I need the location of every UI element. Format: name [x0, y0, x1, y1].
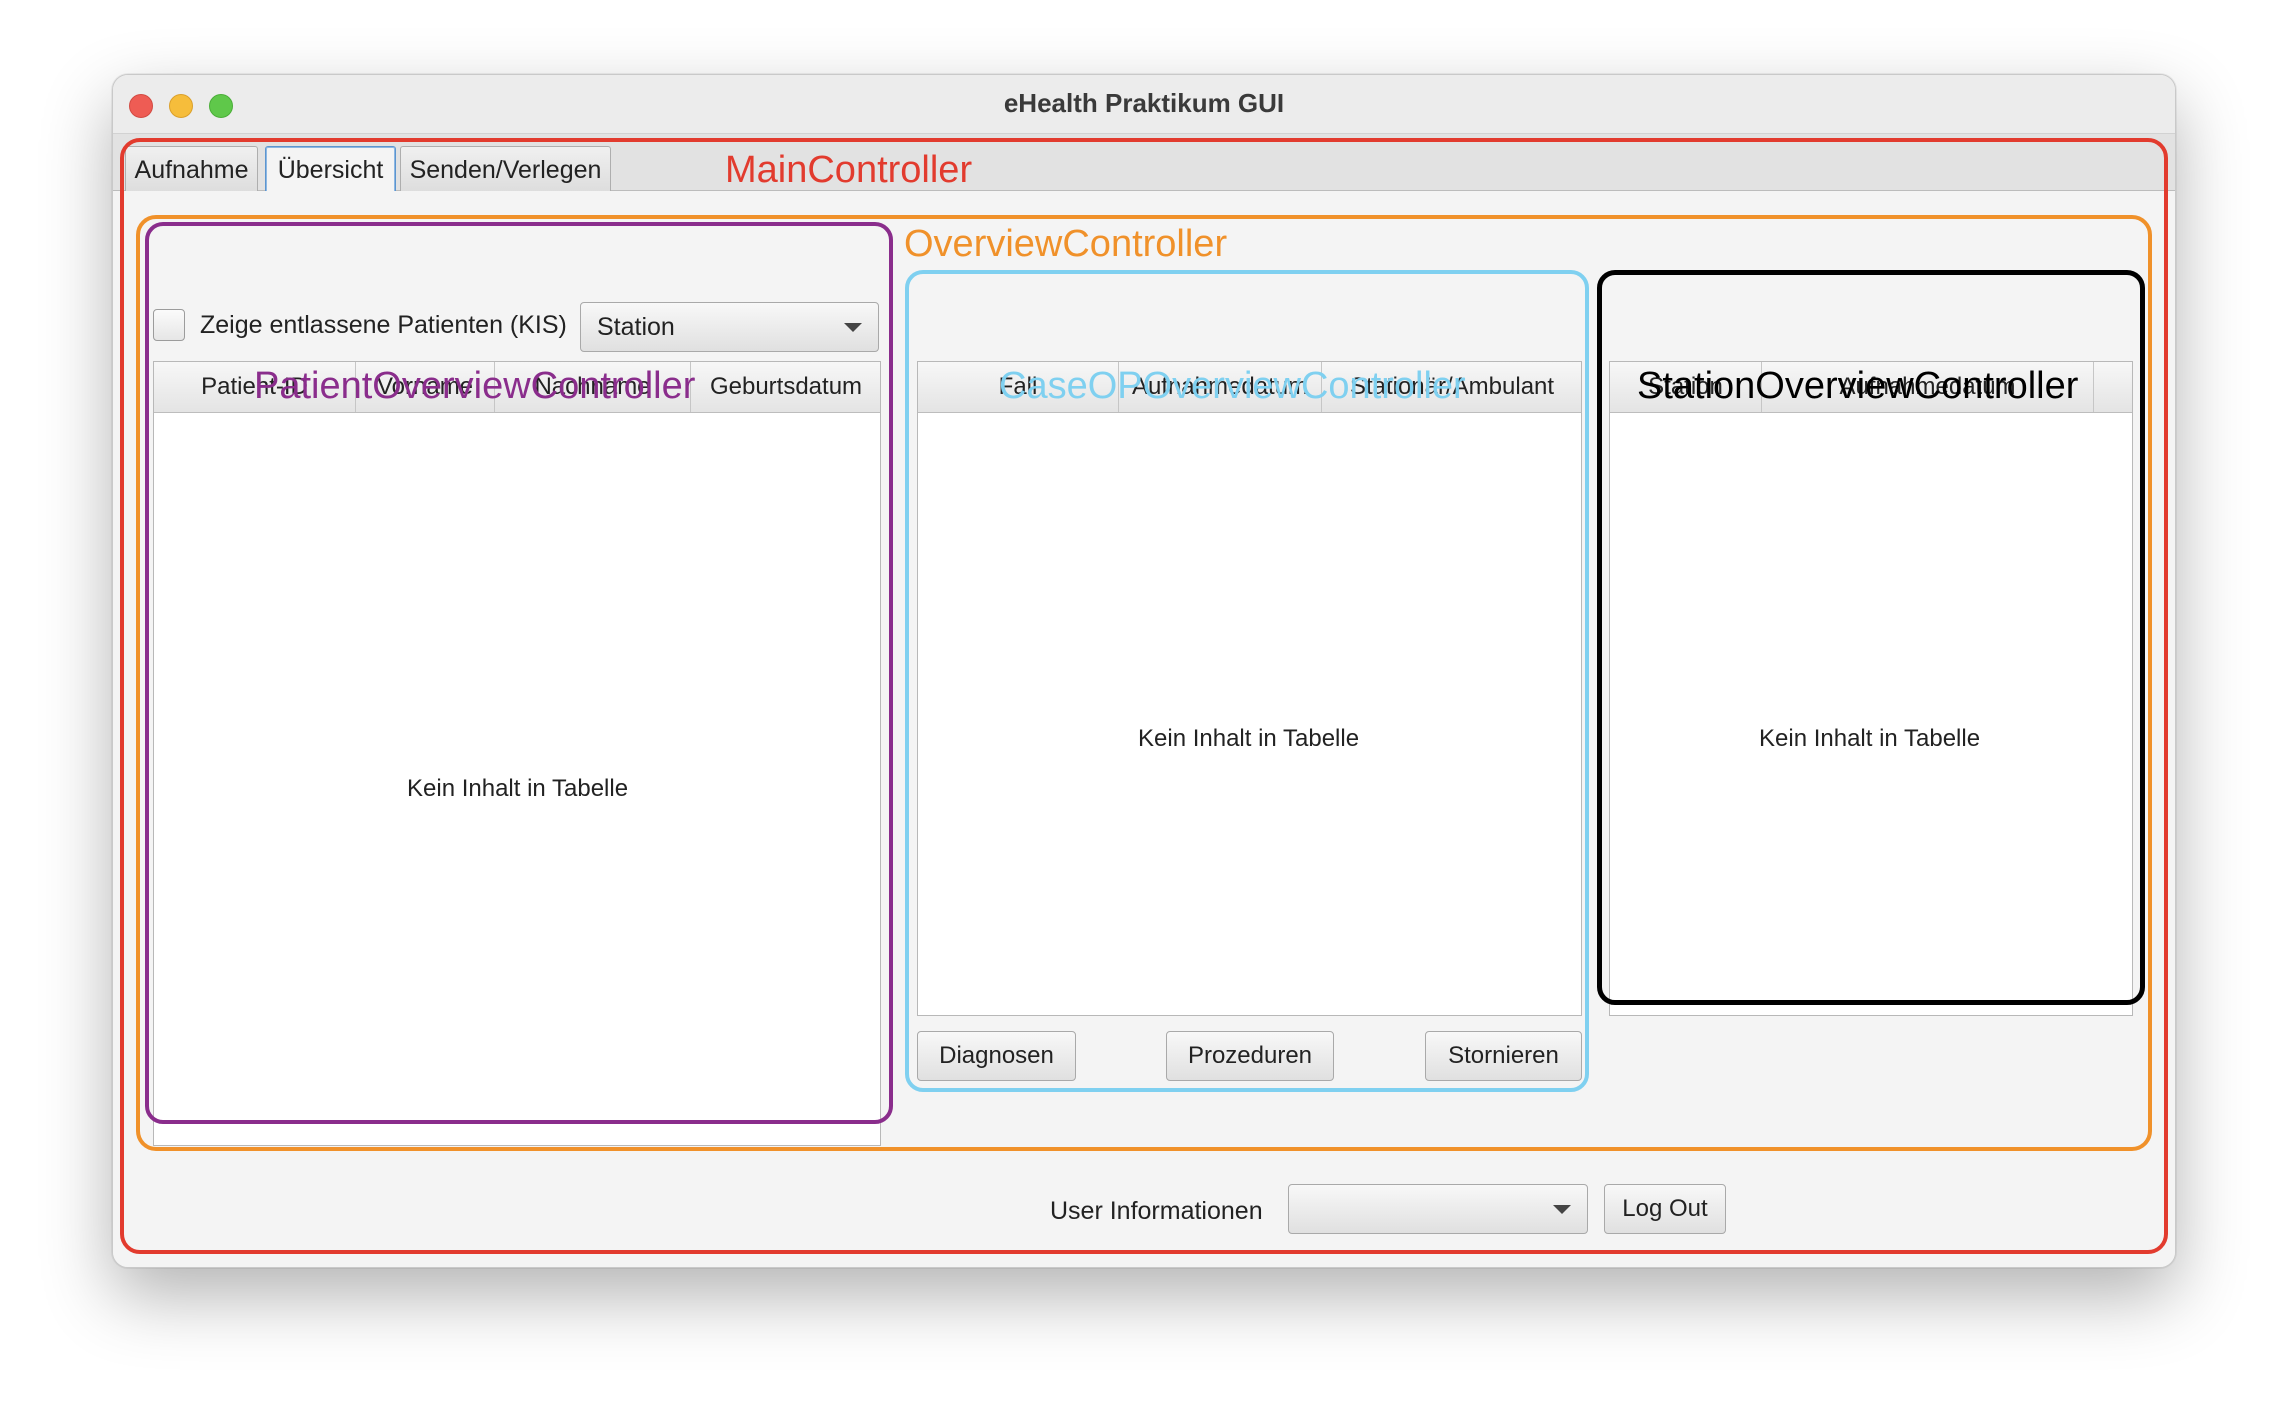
patient-overview-controller-label: PatientOverviewController	[254, 365, 696, 407]
app-window: eHealth Praktikum GUI Aufnahme Übersicht…	[112, 74, 2176, 1268]
main-controller-label: MainController	[725, 149, 973, 191]
station-overview-controller-label: StationOverviewController	[1637, 365, 2079, 407]
patient-overview-controller-outline	[145, 222, 893, 1124]
overview-controller-label: OverviewController	[904, 223, 1228, 265]
window-title: eHealth Praktikum GUI	[1003, 88, 1285, 118]
case-op-overview-controller-label: CaseOPOverviewController	[999, 365, 1466, 407]
title-bar: eHealth Praktikum GUI	[113, 75, 2175, 134]
